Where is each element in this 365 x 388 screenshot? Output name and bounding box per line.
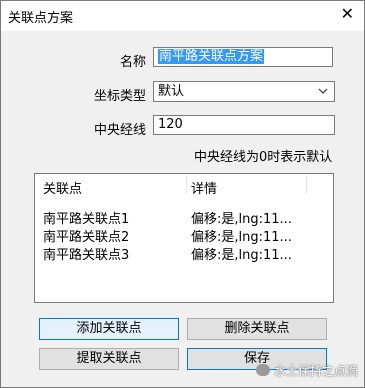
list-item-point: 南平路关联点3 <box>43 248 130 263</box>
column-divider <box>186 176 187 194</box>
extract-point-button[interactable]: 提取关联点 <box>39 348 179 370</box>
delete-point-button[interactable]: 删除关联点 <box>187 318 327 340</box>
title-bar: 关联点方案 ✕ <box>1 1 364 31</box>
name-input[interactable]: 南平路关联点方案 <box>153 47 333 67</box>
watermark-text: 水土保持之点滴 <box>273 364 358 378</box>
column-header-detail[interactable]: 详情 <box>191 178 217 197</box>
coord-type-label: 坐标类型 <box>93 89 146 104</box>
column-header-point[interactable]: 关联点 <box>43 178 82 197</box>
coord-type-select[interactable]: 默认 <box>153 81 335 102</box>
name-input-value: 南平路关联点方案 <box>158 49 265 64</box>
wechat-icon <box>255 364 270 376</box>
coord-type-value: 默认 <box>158 84 185 99</box>
add-point-button[interactable]: 添加关联点 <box>39 318 179 340</box>
association-point-list[interactable]: 关联点 详情 南平路关联点1 偏移:是,lng:11... 南平路关联点2 偏移… <box>34 173 334 303</box>
window-title: 关联点方案 <box>8 11 74 26</box>
name-label: 名称 <box>119 55 146 70</box>
watermark: 水土保持之点滴 <box>255 362 358 379</box>
central-meridian-label: 中央经线 <box>93 123 146 138</box>
list-item[interactable]: 南平路关联点3 偏移:是,lng:11... <box>35 243 333 263</box>
close-icon[interactable]: ✕ <box>341 6 354 22</box>
dialog-window: 关联点方案 ✕ 名称 南平路关联点方案 坐标类型 默认 中央经线 120 中央经… <box>0 0 365 388</box>
list-item[interactable]: 南平路关联点2 偏移:是,lng:11... <box>35 225 333 245</box>
list-item[interactable]: 南平路关联点1 偏移:是,lng:11... <box>35 207 333 227</box>
column-divider <box>306 176 307 194</box>
central-meridian-hint: 中央经线为0时表示默认 <box>194 150 333 165</box>
chevron-down-icon <box>318 82 328 107</box>
list-item-detail: 偏移:是,lng:11... <box>191 248 292 263</box>
list-header: 关联点 详情 <box>35 174 333 197</box>
central-meridian-input[interactable]: 120 <box>153 115 335 135</box>
central-meridian-value: 120 <box>158 117 183 132</box>
